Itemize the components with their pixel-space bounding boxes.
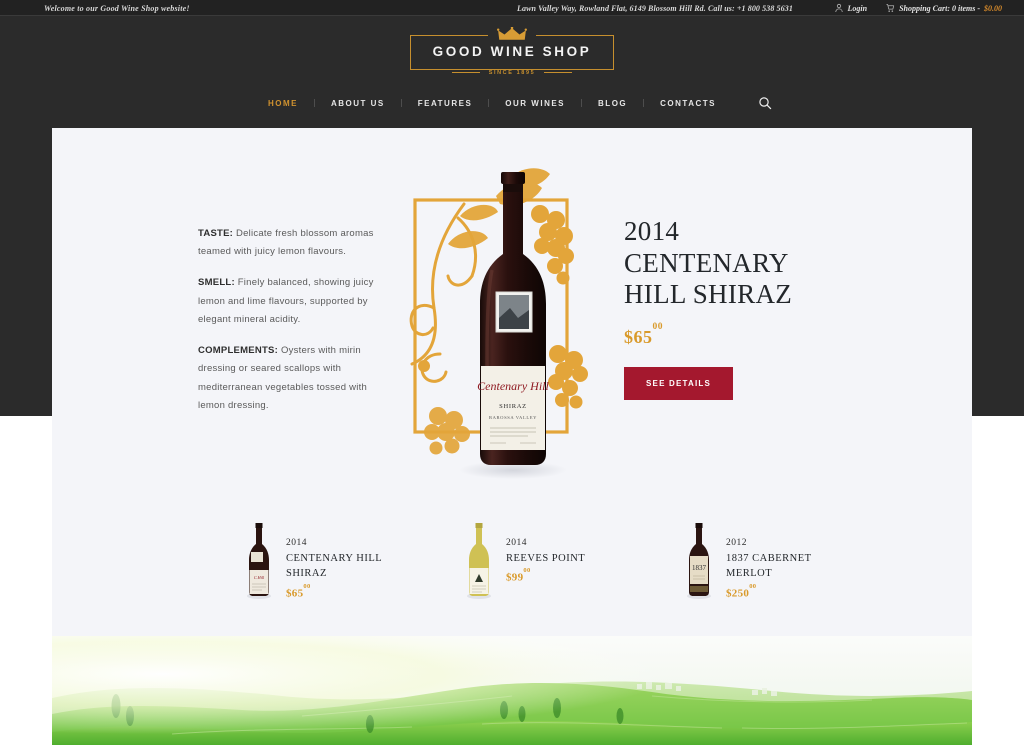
svg-text:1837: 1837 — [692, 564, 707, 572]
thumbnail-name-line-1: CENTENARY HILL — [286, 552, 383, 564]
thumbnail-price: $9900 — [506, 567, 585, 585]
nav-item-about-us[interactable]: ABOUT US — [315, 99, 401, 108]
thumbnail-name-line-1: REEVES POINT — [506, 552, 586, 564]
contact-info: Lawn Valley Way, Rowland Flat, 6149 Blos… — [517, 3, 793, 13]
main-navigation: HOME ABOUT US FEATURES OUR WINES BLOG CO… — [0, 96, 1024, 110]
product-price-main: $65 — [624, 326, 653, 347]
hero-bottle-artwork: Centenary Hill SHIRAZ BAROSSA VALLEY — [400, 158, 630, 488]
logo-rule-right — [544, 72, 573, 73]
logo-tagline: SINCE 1895 — [411, 69, 614, 76]
bottle-label-script: Centenary Hill — [477, 379, 549, 393]
svg-text:C.Hill: C.Hill — [254, 575, 265, 580]
thumbnail-name-line-2: SHIRAZ — [286, 568, 327, 580]
product-thumbnail-reeves-point[interactable]: 2014 REEVES POINT $9900 — [464, 522, 664, 600]
thumbnail-bottle-icon: C.Hill — [244, 522, 274, 600]
hero-panel: TASTE: Delicate fresh blossom aromas tea… — [52, 128, 972, 645]
cart-icon — [886, 4, 895, 12]
see-details-button[interactable]: SEE DETAILS — [624, 366, 734, 400]
nav-item-home[interactable]: HOME — [252, 99, 314, 108]
nav-item-features[interactable]: FEATURES — [402, 99, 489, 108]
product-price-cents: 00 — [652, 322, 663, 333]
product-thumbnail-list: C.Hill 2014 CENTENARY HILL SHIRAZ $6500 — [244, 522, 884, 600]
cart-amount: $0.00 — [984, 3, 1002, 13]
nav-item-contacts[interactable]: CONTACTS — [644, 99, 732, 108]
thumbnail-year: 2014 — [506, 538, 527, 548]
shopping-cart-link[interactable]: Shopping Cart: 0 items - $0.00 — [885, 3, 1002, 13]
site-logo[interactable]: GOOD WINE SHOP SINCE 1895 — [0, 27, 1024, 76]
note-smell: SMELL: Finely balanced, showing juicy le… — [198, 274, 383, 329]
thumbnail-price-main: $250 — [726, 587, 750, 600]
logo-text: GOOD WINE SHOP — [432, 44, 592, 59]
thumbnail-price-main: $65 — [286, 587, 304, 600]
search-icon[interactable] — [758, 96, 772, 110]
thumbnail-name-line-2: MERLOT — [726, 568, 773, 580]
thumbnail-meta: 2012 1837 CABERNET MERLOT $25000 — [726, 522, 812, 600]
product-thumbnail-1837-cabernet-merlot[interactable]: 1837 2012 1837 CABERNET MERLOT $25000 — [684, 522, 884, 600]
note-smell-label: SMELL: — [198, 277, 235, 289]
logo-since-text: SINCE 1895 — [485, 69, 539, 76]
logo-rule-left — [451, 72, 480, 73]
thumbnail-price: $25000 — [726, 583, 812, 600]
tasting-notes: TASTE: Delicate fresh blossom aromas tea… — [198, 225, 383, 428]
note-complements-label: COMPLEMENTS: — [198, 345, 279, 357]
thumbnail-price-cents: 00 — [523, 567, 531, 575]
welcome-message: Welcome to our Good Wine Shop website! — [44, 3, 190, 13]
note-taste-label: TASTE: — [198, 228, 234, 239]
thumbnail-meta: 2014 CENTENARY HILL SHIRAZ $6500 — [286, 522, 382, 600]
login-link[interactable]: Login — [834, 3, 868, 13]
user-icon — [834, 3, 843, 13]
product-title-line-2: HILL SHIRAZ — [624, 279, 793, 310]
thumbnail-price: $6500 — [286, 583, 382, 600]
product-thumbnail-centenary-hill-shiraz[interactable]: C.Hill 2014 CENTENARY HILL SHIRAZ $6500 — [244, 522, 444, 600]
product-title-line-1: CENTENARY — [624, 247, 789, 278]
bottle-label-variety: SHIRAZ — [499, 403, 527, 410]
nav-item-our-wines[interactable]: OUR WINES — [489, 99, 581, 108]
thumbnail-price-main: $99 — [506, 572, 524, 585]
note-complements: COMPLEMENTS: Oysters with mirin dressing… — [198, 342, 383, 415]
thumbnail-year: 2014 — [286, 538, 307, 548]
wine-shop-homepage: Welcome to our Good Wine Shop website! L… — [0, 0, 1024, 745]
hero-product-info: 2014 CENTENARY HILL SHIRAZ $6500 SEE DET… — [624, 216, 904, 400]
nav-item-blog[interactable]: BLOG — [582, 99, 643, 108]
thumbnail-price-cents: 00 — [303, 583, 311, 590]
thumbnail-bottle-icon — [464, 522, 494, 600]
vineyard-landscape-image — [52, 636, 972, 745]
thumbnail-meta: 2014 REEVES POINT $9900 — [506, 522, 585, 584]
bottle-label-region: BAROSSA VALLEY — [489, 415, 537, 420]
thumbnail-price-cents: 00 — [749, 583, 757, 590]
hero-bottle-graphic: Centenary Hill SHIRAZ BAROSSA VALLEY — [409, 168, 588, 479]
product-price: $6500 — [624, 322, 904, 348]
thumbnail-name-line-1: 1837 CABERNET — [726, 552, 812, 564]
login-label: Login — [847, 3, 868, 13]
cart-label: Shopping Cart: 0 items - — [899, 3, 980, 13]
vineyard-graphic — [52, 636, 972, 745]
crown-icon — [497, 27, 527, 40]
note-taste: TASTE: Delicate fresh blossom aromas tea… — [198, 225, 383, 261]
thumbnail-year: 2012 — [726, 538, 747, 548]
top-utility-bar: Welcome to our Good Wine Shop website! L… — [0, 0, 1024, 16]
thumbnail-bottle-icon: 1837 — [684, 522, 714, 600]
product-year: 2014 — [624, 216, 680, 246]
utility-links: Login Shopping Cart: 0 items - $0.00 — [834, 0, 1002, 16]
